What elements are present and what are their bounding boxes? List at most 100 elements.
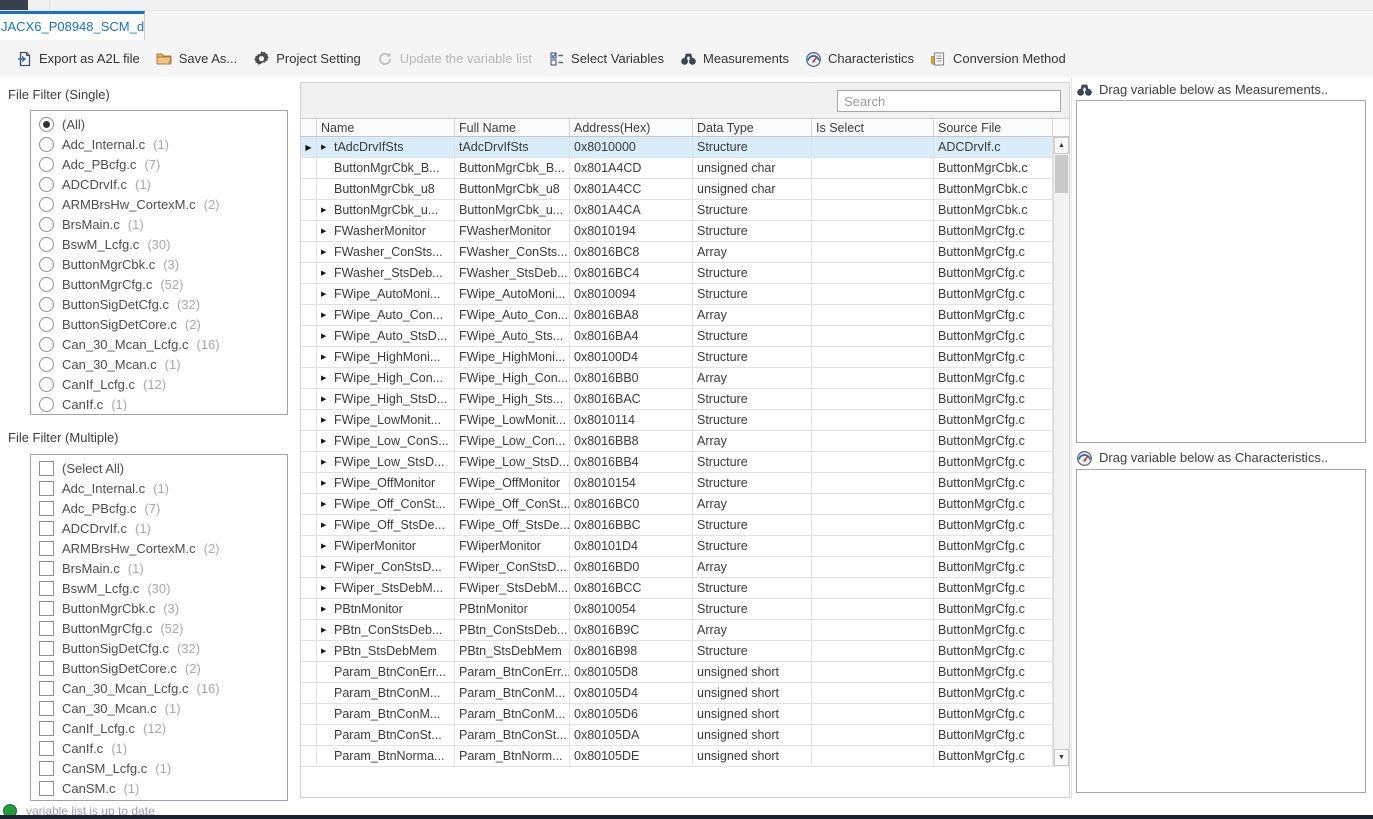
single-filter-option[interactable]: CanIf_Lcfg.c (12) [31,374,287,394]
multiple-filter-option[interactable]: Adc_Internal.c (1) [31,478,287,498]
table-row[interactable]: ▶ ▶Param_BtnConErr... Param_BtnConErr...… [301,662,1069,683]
radio-button[interactable] [39,337,54,352]
checkbox[interactable] [39,541,54,556]
radio-button[interactable] [39,397,54,412]
single-filter-option[interactable]: ButtonMgrCfg.c (52) [31,274,287,294]
row-selector-cell[interactable]: ▶ [301,263,317,283]
single-filter-option[interactable]: ButtonSigDetCfg.c (32) [31,294,287,314]
row-selector-cell[interactable]: ▶ [301,683,317,703]
expand-icon[interactable]: ▶ [321,626,334,634]
table-row[interactable]: ▶ ▶FWipe_Off_StsDe... FWipe_Off_StsDe...… [301,515,1069,536]
header-source-file[interactable]: Source File [934,119,1053,136]
expand-icon[interactable]: ▶ [321,206,334,214]
single-filter-option[interactable]: Adc_Internal.c (1) [31,134,287,154]
multiple-filter-option[interactable]: ARMBrsHw_CortexM.c (2) [31,538,287,558]
checkbox[interactable] [39,781,54,796]
multiple-filter-option[interactable]: Can_30_Mcan_Lcfg.c (16) [31,678,287,698]
expand-icon[interactable]: ▶ [321,248,334,256]
expand-icon[interactable]: ▶ [321,269,334,277]
radio-button[interactable] [39,377,54,392]
project-setting-button[interactable]: Project Setting [245,45,369,72]
expand-icon[interactable]: ▶ [321,647,334,655]
scroll-up-button[interactable]: ▲ [1054,137,1069,154]
expand-icon[interactable]: ▶ [321,332,334,340]
multiple-filter-option[interactable]: ButtonSigDetCore.c (2) [31,658,287,678]
row-selector-cell[interactable]: ▶ [301,305,317,325]
table-row[interactable]: ▶ ▶FWiper_ConStsD... FWiper_ConStsD... 0… [301,557,1069,578]
row-selector-cell[interactable]: ▶ [301,431,317,451]
table-row[interactable]: ▶ ▶FWiperMonitor FWiperMonitor 0x80101D4… [301,536,1069,557]
conversion-method-button[interactable]: Conversion Method [922,45,1074,72]
checkbox[interactable] [39,661,54,676]
scroll-down-button[interactable]: ▼ [1054,749,1069,766]
header-full-name[interactable]: Full Name [455,119,570,136]
expand-icon[interactable]: ▶ [321,479,334,487]
table-row[interactable]: ▶ ▶FWasher_ConSts... FWasher_ConSts... 0… [301,242,1069,263]
radio-button[interactable] [39,157,54,172]
expand-icon[interactable]: ▶ [321,563,334,571]
table-row[interactable]: ▶ ▶ButtonMgrCbk_u8 ButtonMgrCbk_u8 0x801… [301,179,1069,200]
checkbox[interactable] [39,701,54,716]
multiple-filter-option[interactable]: CanIf_Lcfg.c (12) [31,718,287,738]
multiple-filter-option[interactable]: ButtonSigDetCfg.c (32) [31,638,287,658]
single-filter-option[interactable]: ButtonMgrCbk.c (3) [31,254,287,274]
row-selector-cell[interactable]: ▶ [301,284,317,304]
checkbox[interactable] [39,521,54,536]
multiple-filter-option[interactable]: BswM_Lcfg.c (30) [31,578,287,598]
row-selector-cell[interactable]: ▶ [301,389,317,409]
checkbox[interactable] [39,581,54,596]
table-row[interactable]: ▶ ▶FWipe_Auto_Con... FWipe_Auto_Con... 0… [301,305,1069,326]
expand-icon[interactable]: ▶ [321,395,334,403]
table-row[interactable]: ▶ ▶ButtonMgrCbk_u... ButtonMgrCbk_u... 0… [301,200,1069,221]
multiple-filter-option[interactable]: ADCDrvIf.c (1) [31,518,287,538]
table-row[interactable]: ▶ ▶FWipe_High_StsD... FWipe_High_Sts... … [301,389,1069,410]
multiple-filter-option[interactable]: Adc_PBcfg.c (7) [31,498,287,518]
table-row[interactable]: ▶ ▶FWipe_High_Con... FWipe_High_Con... 0… [301,368,1069,389]
row-selector-cell[interactable]: ▶ [301,662,317,682]
expand-icon[interactable]: ▶ [321,290,334,298]
row-selector-cell[interactable]: ▶ [301,725,317,745]
characteristics-drop-zone[interactable] [1076,469,1366,793]
table-row[interactable]: ▶ ▶FWipe_Auto_StsD... FWipe_Auto_Sts... … [301,326,1069,347]
expand-icon[interactable]: ▶ [321,311,334,319]
row-selector-cell[interactable]: ▶ [301,326,317,346]
checkbox[interactable] [39,561,54,576]
checkbox[interactable] [39,761,54,776]
update-variable-list-button[interactable]: Update the variable list [369,45,540,72]
row-selector-cell[interactable]: ▶ [301,368,317,388]
row-selector-cell[interactable]: ▶ [301,746,317,766]
radio-button[interactable] [39,117,54,132]
single-filter-option[interactable]: BswM_Lcfg.c (30) [31,234,287,254]
header-name[interactable]: Name [317,119,455,136]
multiple-filter-option[interactable]: ButtonMgrCbk.c (3) [31,598,287,618]
single-filter-option[interactable]: BrsMain.c (1) [31,214,287,234]
table-row[interactable]: ▶ ▶FWipe_Low_ConS... FWipe_Low_Con... 0x… [301,431,1069,452]
checkbox[interactable] [39,621,54,636]
row-selector-cell[interactable]: ▶ [301,221,317,241]
measurements-button[interactable]: Measurements [672,45,797,72]
row-selector-cell[interactable]: ▶ [301,578,317,598]
multiple-filter-option[interactable]: CanSM.c (1) [31,778,287,798]
single-filter-option[interactable]: CanIf.c (1) [31,394,287,414]
row-selector-cell[interactable]: ▶ [301,158,317,178]
measurements-drop-zone[interactable] [1076,100,1366,443]
row-selector-cell[interactable]: ▶ [301,473,317,493]
table-row[interactable]: ▶ ▶FWiper_StsDebM... FWiper_StsDebM... 0… [301,578,1069,599]
checkbox[interactable] [39,741,54,756]
header-data-type[interactable]: Data Type [693,119,812,136]
table-row[interactable]: ▶ ▶Param_BtnConSt... Param_BtnConSt... 0… [301,725,1069,746]
row-selector-cell[interactable]: ▶ [301,536,317,556]
single-filter-option[interactable]: ARMBrsHw_CortexM.c (2) [31,194,287,214]
table-row[interactable]: ▶ ▶PBtnMonitor PBtnMonitor 0x8010054 Str… [301,599,1069,620]
checkbox[interactable] [39,461,54,476]
table-row[interactable]: ▶ ▶FWipe_AutoMoni... FWipe_AutoMoni... 0… [301,284,1069,305]
single-filter-option[interactable]: Can_30_Mcan.c (1) [31,354,287,374]
row-selector-cell[interactable]: ▶ [301,200,317,220]
checkbox[interactable] [39,801,54,802]
expand-icon[interactable]: ▶ [321,521,334,529]
expand-icon[interactable]: ▶ [321,416,334,424]
multiple-filter-option[interactable]: (Select All) [31,458,287,478]
export-a2l-button[interactable]: Export as A2L file [8,45,148,72]
table-row[interactable]: ▶ ▶ButtonMgrCbk_B... ButtonMgrCbk_B... 0… [301,158,1069,179]
expand-icon[interactable]: ▶ [321,458,334,466]
